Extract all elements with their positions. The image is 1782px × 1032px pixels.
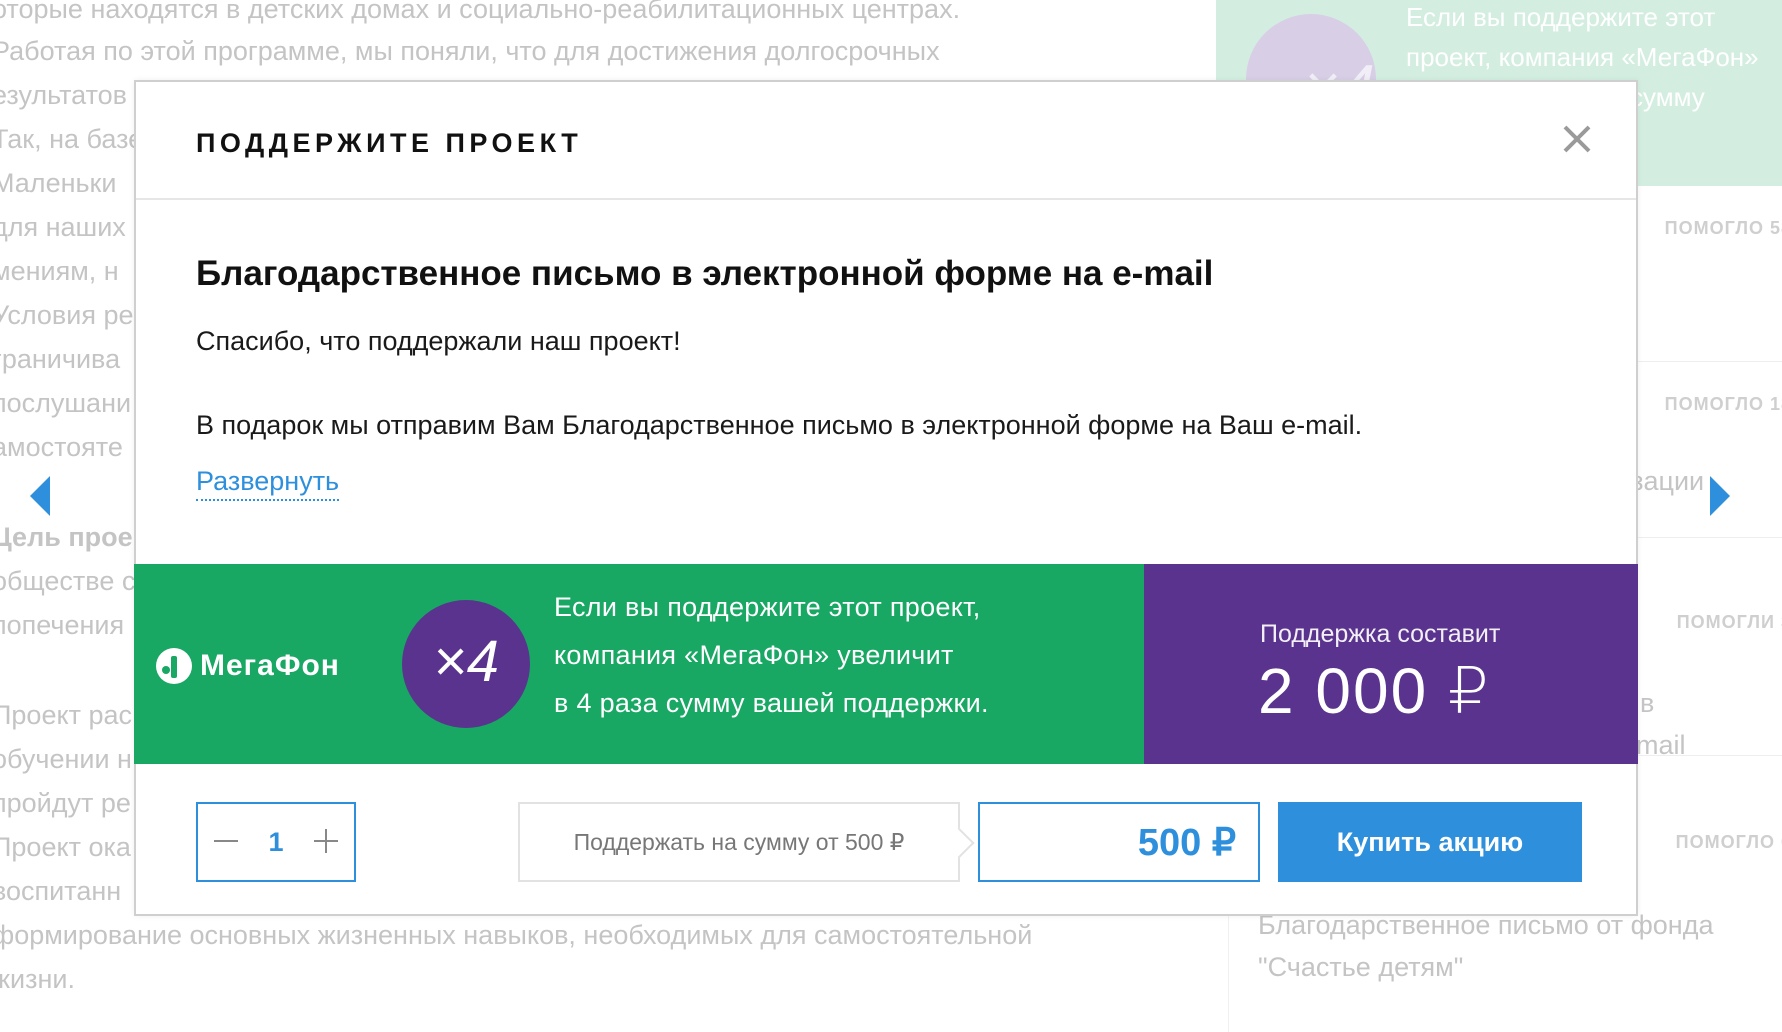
article-text: Проект рас <box>0 700 132 730</box>
promo-green-panel: МегаФон ×4 Если вы поддержите этот проек… <box>134 564 1144 764</box>
article-heading: Цель прое <box>0 522 133 552</box>
article-text: Условия ре <box>0 300 134 330</box>
article-text: жизни. <box>0 964 76 994</box>
carousel-prev-arrow-icon[interactable] <box>30 476 50 516</box>
gift-description: В подарок мы отправим Вам Благодарственн… <box>196 410 1363 440</box>
expand-link[interactable]: Развернуть <box>196 466 340 501</box>
article-text: Проект ока <box>0 832 131 862</box>
support-sum-label: Поддержка составит <box>1260 620 1501 648</box>
multiplier-badge: ×4 <box>402 600 530 728</box>
megafon-promo-band: МегаФон ×4 Если вы поддержите этот проек… <box>134 564 1638 764</box>
promo-text: сумму <box>1630 82 1705 112</box>
multiplier-label: ×4 <box>432 629 500 694</box>
article-text: Маленьки <box>0 168 117 198</box>
article-text: воспитанн <box>0 876 122 906</box>
promo-text-line: Если вы поддержите этот проект, <box>554 592 981 622</box>
min-amount-hint: Поддержать на сумму от 500 ₽ <box>518 802 960 882</box>
reward-card-text: "Счастье детям" <box>1258 952 1464 982</box>
quantity-value[interactable]: 1 <box>268 827 283 858</box>
article-text: формирование основных жизненных навыков,… <box>0 920 1033 950</box>
modal-header: ПОДДЕРЖИТЕ ПРОЕКТ <box>136 82 1636 200</box>
article-text: Так, на базе <box>0 124 144 154</box>
article-text: граничива <box>0 344 121 374</box>
carousel-next-arrow-icon[interactable] <box>1710 476 1730 516</box>
article-text: послушани <box>0 388 132 418</box>
amount-input[interactable] <box>978 802 1260 882</box>
reward-card-text: в <box>1640 688 1655 718</box>
thanks-text: Спасибо, что поддержали наш проект! <box>196 326 681 356</box>
megafon-logo: МегаФон <box>156 648 340 684</box>
promo-text: Если вы поддержите этот <box>1406 2 1716 32</box>
helped-count: ПОМОГЛИ 3 <box>1676 612 1782 632</box>
support-sum-value: 2 000 ₽ <box>1258 655 1491 727</box>
article-text: пройдут ре <box>0 788 131 818</box>
promo-sum-panel: Поддержка составит 2 000 ₽ <box>1144 564 1638 764</box>
article-text: попечения <box>0 610 125 640</box>
article-text: для наших <box>0 212 126 242</box>
article-text: езультатов <box>0 80 128 110</box>
promo-text-line: в 4 раза сумму вашей поддержки. <box>554 688 989 718</box>
helped-count: ПОМОГЛО 0 <box>1675 832 1782 852</box>
support-project-modal: ПОДДЕРЖИТЕ ПРОЕКТ Благодарственное письм… <box>134 80 1638 916</box>
megafon-logo-icon <box>156 648 192 684</box>
modal-title: ПОДДЕРЖИТЕ ПРОЕКТ <box>196 128 583 158</box>
reward-card-text: mail <box>1636 730 1686 760</box>
buy-share-button[interactable]: Купить акцию <box>1278 802 1582 882</box>
close-icon[interactable] <box>1562 124 1592 154</box>
helped-count: ПОМОГЛО 18 <box>1664 394 1782 414</box>
quantity-stepper: 1 <box>196 802 356 882</box>
minus-icon[interactable] <box>208 824 244 860</box>
article-text: амостояте <box>0 432 123 462</box>
article-text: Работая по этой программе, мы поняли, чт… <box>0 36 940 66</box>
article-text: оторые находятся в детских домах и социа… <box>0 0 961 24</box>
reward-title: Благодарственное письмо в электронной фо… <box>196 254 1214 293</box>
promo-text: проект, компания «МегаФон» <box>1406 42 1759 72</box>
promo-text-line: компания «МегаФон» увеличит <box>554 640 954 670</box>
plus-icon[interactable] <box>308 824 344 860</box>
article-text: обучении н <box>0 744 132 774</box>
megafon-brand-name: МегаФон <box>200 649 340 682</box>
article-text: мениям, н <box>0 256 119 286</box>
article-text: обществе с <box>0 566 136 596</box>
helped-count: ПОМОГЛО 58 <box>1664 218 1782 238</box>
